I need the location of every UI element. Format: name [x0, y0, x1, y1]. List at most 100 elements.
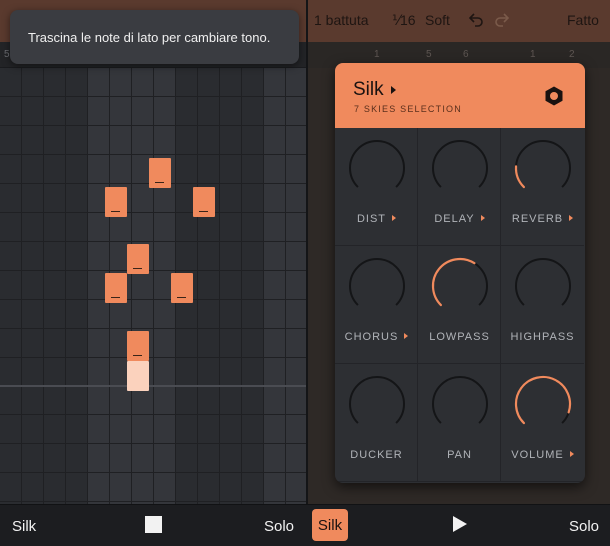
knob-highpass[interactable]: HIGHPASS	[501, 246, 584, 364]
ruler-number: 6	[463, 49, 469, 60]
note[interactable]	[127, 244, 149, 274]
grid-column	[198, 68, 220, 504]
knob-track	[515, 140, 572, 188]
knob-track	[349, 376, 406, 424]
knob-label: DUCKER	[350, 449, 403, 461]
grid-line	[87, 68, 88, 504]
knob-track	[432, 140, 489, 188]
knob-track	[432, 376, 489, 424]
ruler-number: 1	[530, 49, 536, 60]
knob-volume[interactable]: VOLUME	[501, 364, 584, 482]
knob-value-arc	[514, 165, 526, 189]
length-selector[interactable]: 1 battuta	[314, 12, 369, 28]
knob-dial[interactable]	[347, 256, 407, 316]
grid-column	[44, 68, 66, 504]
grid-column	[66, 68, 88, 504]
grid-line	[0, 472, 306, 473]
knob-dial[interactable]	[430, 256, 490, 316]
ruler-number: 1	[374, 49, 380, 60]
stop-icon[interactable]	[145, 516, 162, 533]
knob-track	[349, 258, 406, 306]
grid-line	[0, 241, 306, 242]
grid-line	[219, 68, 220, 504]
caret-right-icon	[391, 86, 396, 94]
knob-dial[interactable]	[430, 374, 490, 434]
grid-selector[interactable]: ⅟16	[392, 12, 416, 29]
knob-label: DELAY	[418, 213, 501, 225]
note[interactable]	[127, 331, 149, 361]
knob-label: DIST	[335, 213, 418, 225]
ruler-number: 5	[4, 49, 10, 60]
grid-line	[0, 328, 306, 329]
caret-right-icon[interactable]	[569, 215, 574, 221]
knob-dial[interactable]	[347, 374, 407, 434]
knob-dial[interactable]	[513, 256, 573, 316]
instrument-card: Silk 7 SKIES SELECTION DIST DELAY REVERB CH…	[335, 63, 585, 483]
knob-label: CHORUS	[335, 331, 418, 343]
knob-track	[349, 140, 406, 188]
knob-label: HIGHPASS	[510, 331, 575, 343]
track-instrument-button[interactable]: Silk	[12, 518, 36, 535]
grid-column	[22, 68, 44, 504]
grid-line	[0, 414, 306, 415]
knob-ducker[interactable]: DUCKER	[335, 364, 418, 482]
transport-bar: Silk Solo Solo	[0, 504, 610, 546]
knob-dial[interactable]	[513, 374, 573, 434]
instrument-pack: 7 SKIES SELECTION	[354, 104, 462, 114]
knob-label: REVERB	[501, 213, 584, 225]
knob-chorus[interactable]: CHORUS	[335, 246, 418, 364]
grid-line	[0, 154, 306, 155]
knob-lowpass[interactable]: LOWPASS	[418, 246, 501, 364]
play-icon[interactable]	[453, 516, 467, 532]
knob-dial[interactable]	[513, 138, 573, 198]
grid-line	[0, 501, 306, 502]
caret-right-icon[interactable]	[480, 215, 485, 221]
knob-value-arc	[514, 375, 572, 425]
note-grid[interactable]	[0, 68, 306, 504]
grid-line	[65, 68, 66, 504]
hexagon-nut-icon[interactable]	[543, 85, 565, 107]
done-button[interactable]: Fatto	[567, 12, 599, 28]
instrument-header[interactable]: Silk 7 SKIES SELECTION	[335, 63, 585, 128]
knob-dial[interactable]	[430, 138, 490, 198]
edit-top-bar: 1 battuta ⅟16 Soft Fatto	[308, 0, 610, 42]
knob-delay[interactable]: DELAY	[418, 128, 501, 246]
active-instrument-chip[interactable]: Silk	[312, 509, 348, 541]
caret-right-icon[interactable]	[569, 451, 574, 457]
note[interactable]	[105, 273, 127, 303]
redo-icon[interactable]	[494, 10, 510, 31]
grid-line	[131, 68, 132, 504]
ruler-number: 2	[569, 49, 575, 60]
solo-button-left[interactable]: Solo	[264, 518, 294, 535]
grid-line	[263, 68, 264, 504]
note[interactable]	[193, 187, 215, 217]
knob-dist[interactable]: DIST	[335, 128, 418, 246]
grid-column	[132, 68, 154, 504]
grid-line	[0, 357, 306, 358]
knob-label: VOLUME	[501, 449, 584, 461]
knob-reverb[interactable]: REVERB	[501, 128, 584, 246]
grid-column	[264, 68, 286, 504]
note[interactable]	[149, 158, 171, 188]
solo-button-right[interactable]: Solo	[569, 518, 599, 535]
grid-line	[0, 270, 306, 271]
undo-icon[interactable]	[468, 10, 484, 31]
grid-line	[43, 68, 44, 504]
grid-line	[0, 443, 306, 444]
grid-line	[0, 96, 306, 97]
grid-line	[241, 68, 242, 504]
note-selected[interactable]	[127, 361, 149, 391]
grid-line	[0, 212, 306, 213]
knob-dial[interactable]	[347, 138, 407, 198]
hint-toast-text: Trascina le note di lato per cambiare to…	[28, 29, 271, 45]
caret-right-icon[interactable]	[392, 215, 397, 221]
note[interactable]	[171, 273, 193, 303]
knob-label: LOWPASS	[429, 331, 490, 343]
knob-pan[interactable]: PAN	[418, 364, 501, 482]
note[interactable]	[105, 187, 127, 217]
grid-line	[285, 68, 286, 504]
piano-roll-pane: 5 Trascina le note di lato per cambiare …	[0, 0, 306, 504]
instrument-name[interactable]: Silk	[353, 79, 384, 101]
caret-right-icon[interactable]	[404, 333, 409, 339]
velocity-selector[interactable]: Soft	[425, 12, 450, 28]
